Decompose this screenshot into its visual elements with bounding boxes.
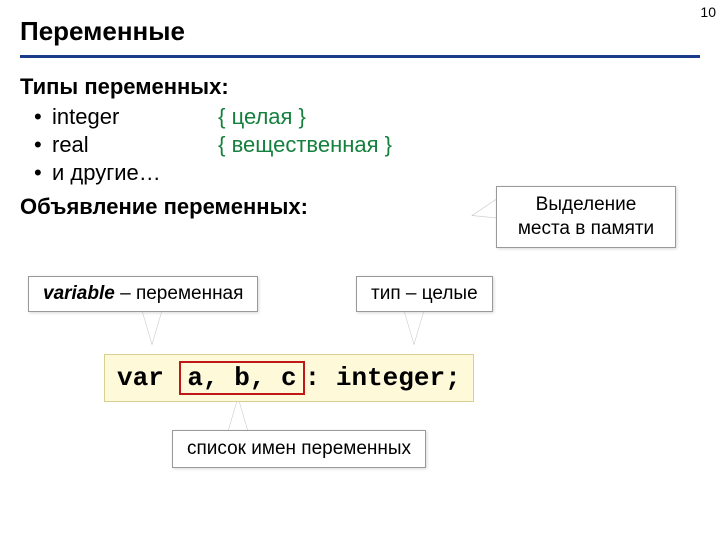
callout-pointer [404, 310, 424, 344]
type-name: real [52, 132, 212, 158]
type-desc: { целая } [218, 104, 306, 129]
callout-names-list: список имен переменных [172, 430, 426, 468]
types-heading: Типы переменных: [20, 74, 700, 100]
code-example: var a, b, c: integer; [104, 354, 474, 402]
callout-pointer [228, 398, 248, 432]
page-number: 10 [700, 4, 716, 20]
list-item: integer { целая } [52, 104, 700, 130]
callout-pointer [142, 310, 162, 344]
code-colon: : [305, 363, 336, 393]
callout-variable: variable – переменная [28, 276, 258, 312]
callout-type: тип – целые [356, 276, 493, 312]
type-name: integer [52, 104, 212, 130]
list-item: real { вещественная } [52, 132, 700, 158]
list-item: и другие… [52, 160, 700, 186]
code-variables-box: a, b, c [179, 361, 304, 395]
code-type: integer; [336, 363, 461, 393]
type-desc: { вещественная } [218, 132, 392, 157]
code-keyword-var: var [117, 363, 179, 393]
type-name: и другие… [52, 160, 212, 186]
types-list: integer { целая } real { вещественная } … [20, 104, 700, 186]
callout-text: – переменная [115, 283, 244, 304]
callout-memory: Выделение места в памяти [496, 186, 676, 248]
callout-keyword: variable [43, 283, 115, 304]
slide-title: Переменные [20, 16, 700, 58]
